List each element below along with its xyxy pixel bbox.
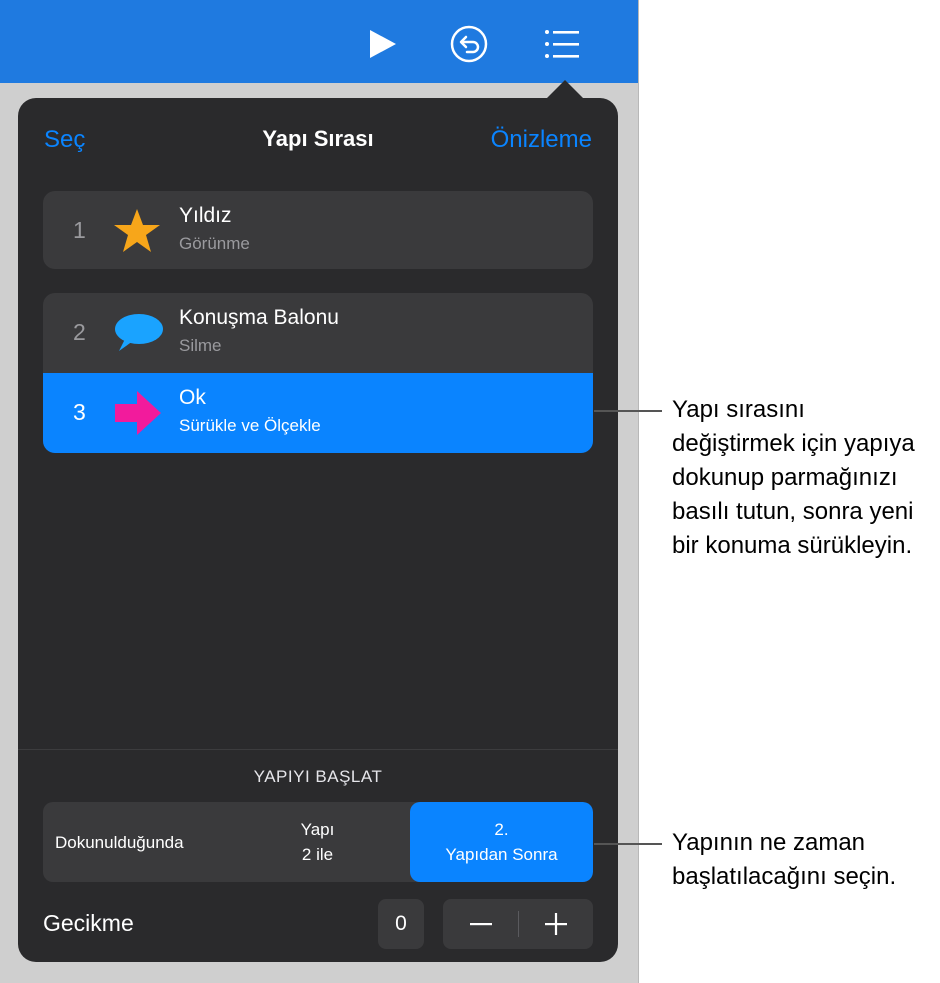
minus-icon <box>469 923 492 926</box>
start-with-build-option[interactable]: Yapı 2 ile <box>226 802 409 882</box>
popover-arrow <box>545 80 585 100</box>
option-sublabel: Yapıdan Sonra <box>445 845 558 864</box>
option-label: Yapı <box>300 820 335 839</box>
build-title: Yıldız <box>179 204 232 227</box>
build-row-star[interactable]: 1 Yıldız Görünme <box>43 191 593 269</box>
build-effect: Silme <box>179 336 222 355</box>
option-sublabel: 2 ile <box>301 845 334 864</box>
build-group-2: 2 Konuşma Balonu Silme 3 Ok Sürükle ve Ö… <box>43 293 593 453</box>
app-screen: Seç Yapı Sırası Önizleme 1 Yıldız Görünm… <box>0 0 639 983</box>
build-group-1: 1 Yıldız Görünme <box>43 191 593 269</box>
start-build-label: YAPIYI BAŞLAT <box>253 767 383 786</box>
start-on-tap-option[interactable]: Dokunulduğunda <box>43 802 226 882</box>
star-icon <box>114 209 160 252</box>
plus-icon <box>544 913 567 935</box>
callout-line-reorder <box>594 410 662 412</box>
build-effect: Sürükle ve Ölçekle <box>179 416 321 435</box>
delay-value-field[interactable]: 0 <box>378 899 424 949</box>
arrow-icon <box>115 391 161 435</box>
undo-icon <box>450 25 488 63</box>
callout-reorder: Yapı sırasını değiştirmek için yapıya do… <box>672 396 915 559</box>
build-title: Konuşma Balonu <box>179 306 339 329</box>
undo-button[interactable] <box>447 22 491 66</box>
speech-bubble-icon <box>115 314 163 351</box>
list-icon <box>545 30 579 58</box>
build-effect: Görünme <box>179 234 250 253</box>
start-build-segmented-control: Dokunulduğunda Yapı 2 ile 2. Yapıdan Son… <box>43 802 593 882</box>
callout-start: Yapının ne zaman başlatılacağını seçin. <box>672 829 897 890</box>
build-number: 3 <box>73 399 86 425</box>
build-order-button[interactable] <box>540 22 584 66</box>
build-number: 1 <box>73 217 86 243</box>
delay-stepper <box>443 899 593 949</box>
delay-label: Gecikme <box>43 910 134 936</box>
build-number: 2 <box>73 319 86 345</box>
build-row-arrow[interactable]: 3 Ok Sürükle ve Ölçekle <box>43 373 593 453</box>
decrement-button[interactable] <box>443 899 518 949</box>
start-after-build-option[interactable]: 2. Yapıdan Sonra <box>410 802 593 882</box>
build-order-popover: Seç Yapı Sırası Önizleme 1 Yıldız Görünm… <box>18 98 618 962</box>
preview-button[interactable]: Önizleme <box>491 126 592 154</box>
toolbar <box>0 0 638 83</box>
play-button[interactable] <box>360 22 404 66</box>
callout-line-start <box>594 843 662 845</box>
divider <box>18 749 618 750</box>
build-title: Ok <box>179 386 206 409</box>
play-icon <box>370 30 396 58</box>
option-label: 2. <box>494 820 509 839</box>
popover-header: Seç Yapı Sırası Önizleme <box>18 98 618 182</box>
option-label: Dokunulduğunda <box>55 832 184 852</box>
increment-button[interactable] <box>518 899 593 949</box>
build-row-speech-bubble[interactable]: 2 Konuşma Balonu Silme <box>43 293 593 373</box>
